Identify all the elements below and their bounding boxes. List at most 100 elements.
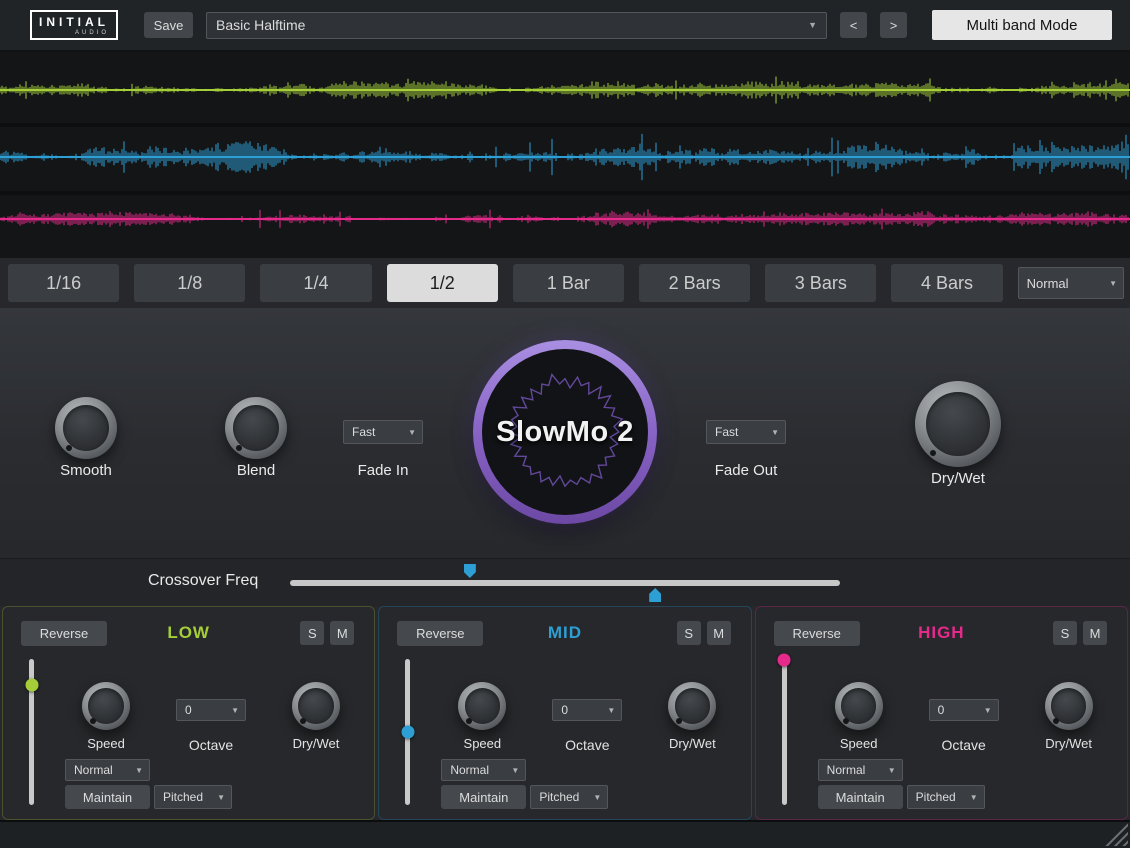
band-panels: Reverse LOW S M Speed 0 Octave Dry/Wet N… <box>2 606 1128 820</box>
speed-label: Speed <box>464 736 502 751</box>
crossover-handle-low-mid[interactable] <box>464 564 476 578</box>
preset-name: Basic Halftime <box>216 17 305 33</box>
band-panel-mid: Reverse MID S M Speed 0 Octave Dry/Wet N… <box>378 606 751 820</box>
blend-knob[interactable] <box>225 397 287 459</box>
octave-label: Octave <box>189 737 233 753</box>
drywet-label: Dry/Wet <box>293 736 340 751</box>
blend-label: Blend <box>237 462 275 479</box>
maintain-button[interactable]: Maintain <box>65 785 150 809</box>
pitch-mode-dropdown[interactable]: Pitched <box>530 785 608 809</box>
drywet-knob[interactable] <box>668 682 716 730</box>
knob-indicator <box>236 445 242 451</box>
title-bar: INITIAL AUDIO Save Basic Halftime < > Mu… <box>0 0 1130 52</box>
band-panel-low: Reverse LOW S M Speed 0 Octave Dry/Wet N… <box>2 606 375 820</box>
speed-mode-dropdown[interactable]: Normal <box>441 759 526 781</box>
main-control-panel: Smooth Blend Fast Fade In SlowMo 2 Fast … <box>0 308 1130 558</box>
band-level-slider[interactable] <box>782 659 787 805</box>
band-level-slider[interactable] <box>405 659 410 805</box>
division-mode-dropdown[interactable]: Normal <box>1018 267 1124 299</box>
crossover-slider[interactable] <box>290 580 840 586</box>
crossover-section: Crossover Freq <box>0 558 1130 606</box>
slowmo-logo-inner: SlowMo 2 <box>482 349 648 515</box>
division-mode-value: Normal <box>1027 276 1069 291</box>
division-1-16[interactable]: 1/16 <box>8 264 119 302</box>
drywet-knob[interactable] <box>292 682 340 730</box>
waveform-display <box>0 52 1130 258</box>
band-level-handle[interactable] <box>778 654 791 667</box>
band-level-handle[interactable] <box>25 679 38 692</box>
division-1-8[interactable]: 1/8 <box>134 264 245 302</box>
save-button[interactable]: Save <box>144 12 193 38</box>
fade-in-value: Fast <box>352 425 375 439</box>
pitch-mode-dropdown[interactable]: Pitched <box>154 785 232 809</box>
speed-label: Speed <box>87 736 125 751</box>
division-3-bars[interactable]: 3 Bars <box>765 264 876 302</box>
bottom-bar <box>0 820 1130 848</box>
octave-label: Octave <box>565 737 609 753</box>
smooth-label: Smooth <box>60 462 112 479</box>
knob-indicator <box>466 718 472 724</box>
smooth-knob[interactable] <box>55 397 117 459</box>
knob-indicator <box>66 445 72 451</box>
mute-button[interactable]: M <box>1083 621 1107 645</box>
maintain-button[interactable]: Maintain <box>441 785 526 809</box>
division-2-bars[interactable]: 2 Bars <box>639 264 750 302</box>
fade-in-dropdown[interactable]: Fast <box>343 420 423 444</box>
speed-knob[interactable] <box>82 682 130 730</box>
speed-knob[interactable] <box>458 682 506 730</box>
octave-value: 0 <box>185 703 192 717</box>
mute-button[interactable]: M <box>707 621 731 645</box>
octave-label: Octave <box>941 737 985 753</box>
multi-band-mode-button[interactable]: Multi band Mode <box>932 10 1112 40</box>
octave-value: 0 <box>938 703 945 717</box>
octave-dropdown[interactable]: 0 <box>552 699 622 721</box>
reverse-button[interactable]: Reverse <box>21 621 107 646</box>
fade-in-label: Fade In <box>358 462 409 479</box>
drywet-label: Dry/Wet <box>1045 736 1092 751</box>
fade-out-value: Fast <box>715 425 738 439</box>
knob-indicator <box>843 718 849 724</box>
pitch-mode-value: Pitched <box>163 790 203 804</box>
speed-knob[interactable] <box>835 682 883 730</box>
division-1-2[interactable]: 1/2 <box>387 264 498 302</box>
resize-grip[interactable] <box>1104 822 1128 846</box>
octave-value: 0 <box>561 703 568 717</box>
solo-button[interactable]: S <box>677 621 701 645</box>
speed-mode-dropdown[interactable]: Normal <box>65 759 150 781</box>
division-1-bar[interactable]: 1 Bar <box>513 264 624 302</box>
drywet-label: Dry/Wet <box>669 736 716 751</box>
drywet-main-knob[interactable] <box>915 381 1001 467</box>
pitch-mode-dropdown[interactable]: Pitched <box>907 785 985 809</box>
division-4-bars[interactable]: 4 Bars <box>891 264 1002 302</box>
maintain-button[interactable]: Maintain <box>818 785 903 809</box>
crossover-label: Crossover Freq <box>148 572 258 590</box>
division-1-4[interactable]: 1/4 <box>260 264 371 302</box>
pitch-mode-value: Pitched <box>916 790 956 804</box>
mute-button[interactable]: M <box>330 621 354 645</box>
band-level-slider[interactable] <box>29 659 34 805</box>
logo-subtext: AUDIO <box>39 30 109 36</box>
band-name: MID <box>548 623 582 643</box>
solo-button[interactable]: S <box>1053 621 1077 645</box>
crossover-handle-mid-high[interactable] <box>649 588 661 602</box>
band-level-handle[interactable] <box>401 726 414 739</box>
next-preset-button[interactable]: > <box>880 12 907 38</box>
band-name: LOW <box>167 623 210 643</box>
band-panel-high: Reverse HIGH S M Speed 0 Octave Dry/Wet … <box>755 606 1128 820</box>
speed-mode-dropdown[interactable]: Normal <box>818 759 903 781</box>
reverse-button[interactable]: Reverse <box>774 621 860 646</box>
time-division-row: 1/16 1/8 1/4 1/2 1 Bar 2 Bars 3 Bars 4 B… <box>8 263 1124 303</box>
octave-dropdown[interactable]: 0 <box>176 699 246 721</box>
octave-dropdown[interactable]: 0 <box>929 699 999 721</box>
pitch-mode-value: Pitched <box>539 790 579 804</box>
fade-out-dropdown[interactable]: Fast <box>706 420 786 444</box>
knob-indicator <box>1053 718 1059 724</box>
drywet-knob[interactable] <box>1045 682 1093 730</box>
slowmo-logo-text: SlowMo 2 <box>496 416 634 449</box>
prev-preset-button[interactable]: < <box>840 12 867 38</box>
band-name: HIGH <box>918 623 965 643</box>
preset-dropdown[interactable]: Basic Halftime <box>206 12 827 39</box>
reverse-button[interactable]: Reverse <box>397 621 483 646</box>
speed-mode-value: Normal <box>450 763 489 777</box>
solo-button[interactable]: S <box>300 621 324 645</box>
